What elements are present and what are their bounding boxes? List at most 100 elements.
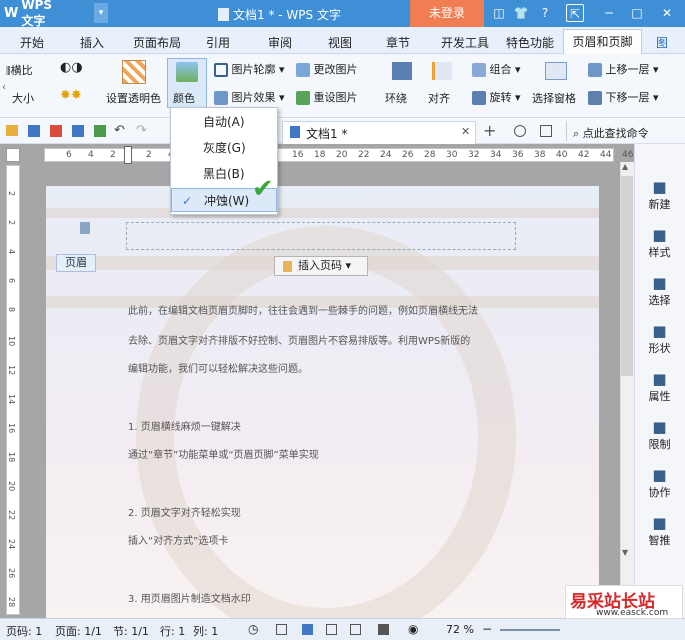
tab-insert[interactable]: 插入 bbox=[80, 34, 104, 51]
doc-icon bbox=[218, 8, 229, 21]
history-icon[interactable]: ◷ bbox=[248, 622, 258, 636]
header-area[interactable] bbox=[126, 222, 516, 250]
close-window-button[interactable]: ✕ bbox=[658, 4, 676, 22]
document-page[interactable]: 页眉 插入页码 ▾ 此前，在编辑文档页眉页脚时，往往会遇到一些棘手的问题，例如页… bbox=[46, 186, 599, 618]
app-dropdown-button[interactable]: ▾ bbox=[94, 3, 108, 23]
tab-view[interactable]: 视图 bbox=[328, 34, 352, 51]
style-label: 样式 bbox=[648, 246, 671, 259]
paragraph[interactable]: 通过“章节”功能菜单或“页眉页脚”菜单实现 bbox=[128, 446, 319, 461]
reset-picture-button[interactable]: 重设图片 bbox=[296, 89, 358, 105]
sidepanel-item-select[interactable]: ■ 选择 bbox=[634, 274, 685, 308]
page-view-icon[interactable] bbox=[302, 624, 313, 635]
scroll-down-icon[interactable]: ▼ bbox=[622, 548, 628, 557]
print-icon[interactable] bbox=[72, 125, 84, 137]
tab-start[interactable]: 开始 bbox=[20, 34, 44, 51]
redo-icon[interactable]: ↷ bbox=[136, 123, 147, 138]
picture-outline-button[interactable]: 图片轮廓 ▾ bbox=[214, 61, 285, 77]
tab-chapter[interactable]: 章节 bbox=[386, 34, 410, 51]
header-label[interactable]: 页眉 bbox=[56, 254, 96, 272]
scroll-up-icon[interactable]: ▲ bbox=[622, 162, 632, 172]
reading-view-icon[interactable] bbox=[378, 624, 389, 635]
status-row[interactable]: 行: 1 bbox=[160, 623, 185, 639]
scroll-thumb[interactable] bbox=[621, 176, 633, 376]
command-search[interactable]: ⌕ 点此查找命令 bbox=[573, 125, 649, 141]
send-backward-button[interactable]: 下移一层 ▾ bbox=[588, 89, 659, 105]
cloud-icon[interactable] bbox=[514, 125, 526, 137]
save-icon[interactable] bbox=[28, 125, 40, 137]
status-section[interactable]: 节: 1/1 bbox=[113, 623, 149, 639]
minimize-button[interactable]: ─ bbox=[600, 4, 618, 22]
tab-developer[interactable]: 开发工具 bbox=[441, 34, 489, 51]
sidepanel-item-new[interactable]: ■ 新建 bbox=[634, 178, 685, 212]
picture-color-icon bbox=[176, 62, 198, 82]
sidepanel-item-style[interactable]: ■ 样式 bbox=[634, 226, 685, 260]
print-preview-icon[interactable] bbox=[94, 125, 106, 137]
change-picture-button[interactable]: 更改图片 bbox=[296, 61, 358, 77]
color-menu-item[interactable]: 自动(A) bbox=[171, 110, 277, 134]
tab-stop-selector[interactable] bbox=[6, 148, 20, 162]
ribbon-scroll-left-icon[interactable]: ‹ bbox=[2, 82, 6, 93]
paragraph[interactable]: 插入“对齐方式”选项卡 bbox=[128, 532, 228, 547]
sidepanel-item-shape[interactable]: ■ 形状 bbox=[634, 322, 685, 356]
set-transparent-button[interactable]: 设置透明色 bbox=[106, 90, 161, 106]
tab-header-footer[interactable]: 页眉和页脚 bbox=[563, 29, 642, 54]
tab-features[interactable]: 特色功能 bbox=[506, 34, 554, 51]
header-options-icon[interactable] bbox=[80, 222, 90, 234]
status-pages[interactable]: 页面: 1/1 bbox=[55, 623, 102, 639]
brightness-icon[interactable]: ✸✸ bbox=[60, 88, 82, 103]
size-button[interactable]: 大小 bbox=[12, 90, 34, 106]
ruler-tick-label: 6 bbox=[66, 150, 72, 160]
undo-icon[interactable]: ↶ bbox=[114, 123, 125, 138]
login-button[interactable]: 未登录 bbox=[410, 0, 484, 27]
zoom-out-button[interactable]: − bbox=[482, 622, 492, 636]
fullscreen-button[interactable]: ⇱ bbox=[566, 4, 584, 22]
contrast-icon[interactable]: ◐◑ bbox=[60, 60, 83, 75]
tab-references[interactable]: 引用 bbox=[206, 34, 230, 51]
paragraph[interactable]: 1. 页眉横线麻烦一键解决 bbox=[128, 418, 241, 433]
ruler-tick-label: 14 bbox=[7, 394, 16, 405]
status-page[interactable]: 页码: 1 bbox=[6, 623, 42, 639]
paragraph[interactable]: 去除、页眉文字对齐排版不好控制、页眉图片不容易排版等。利用WPS新版的 bbox=[128, 332, 470, 347]
sidepanel-item-collab[interactable]: ■ 协作 bbox=[634, 466, 685, 500]
paragraph[interactable]: 此前，在编辑文档页眉页脚时，往往会遇到一些棘手的问题，例如页眉横线无法 bbox=[128, 302, 478, 317]
maximize-button[interactable]: □ bbox=[628, 4, 646, 22]
fit-page-icon[interactable] bbox=[276, 624, 287, 635]
paragraph[interactable]: 3. 用页眉图片制造文档水印 bbox=[128, 590, 251, 605]
open-icon[interactable] bbox=[6, 125, 18, 136]
zoom-slider[interactable] bbox=[500, 629, 560, 631]
full-screen-view-icon[interactable] bbox=[326, 624, 337, 635]
shirt-icon[interactable]: 👕 bbox=[512, 4, 530, 22]
tab-picture[interactable]: 图 bbox=[656, 34, 668, 51]
new-tab-button[interactable]: + bbox=[483, 121, 496, 140]
paragraph[interactable]: 编辑功能，我们可以轻松解决这些问题。 bbox=[128, 360, 308, 375]
sidepanel-item-smart[interactable]: ■ 智推 bbox=[634, 514, 685, 548]
tab-review[interactable]: 审阅 bbox=[268, 34, 292, 51]
bring-forward-button[interactable]: 上移一层 ▾ bbox=[588, 61, 659, 77]
share-icon[interactable] bbox=[540, 125, 552, 137]
selection-pane-button[interactable]: 选择窗格 bbox=[532, 90, 576, 106]
rotate-button[interactable]: 旋转 ▾ bbox=[472, 89, 521, 105]
insert-page-number-button[interactable]: 插入页码 ▾ bbox=[274, 256, 368, 276]
group-button[interactable]: 组合 ▾ bbox=[472, 61, 521, 77]
app-menu-button[interactable]: W WPS 文字 bbox=[4, 0, 68, 28]
vertical-ruler-ticks: 2 2 4 6 8 10 12 14 16 18 20 22 24 26 28 bbox=[6, 165, 20, 615]
protect-eye-icon[interactable]: ◉ bbox=[408, 622, 418, 636]
picture-effect-button[interactable]: 图片效果 ▾ bbox=[214, 89, 285, 105]
paragraph[interactable]: 2. 页眉文字对齐轻松实现 bbox=[128, 504, 241, 519]
flip-horizontal-button[interactable]: ⫼横比 bbox=[6, 62, 33, 78]
status-col[interactable]: 列: 1 bbox=[193, 623, 218, 639]
color-menu-item[interactable]: 灰度(G) bbox=[171, 136, 277, 160]
new-icon: ■ bbox=[652, 178, 667, 196]
tab-page-layout[interactable]: 页面布局 bbox=[133, 34, 181, 51]
indent-marker[interactable] bbox=[124, 146, 132, 164]
doc-tab-close-icon[interactable]: ✕ bbox=[461, 125, 470, 138]
align-button[interactable]: 对齐 bbox=[428, 90, 450, 106]
help-button[interactable]: ? bbox=[536, 4, 554, 22]
export-pdf-icon[interactable] bbox=[50, 125, 62, 137]
zoom-level[interactable]: 72 % bbox=[446, 623, 474, 636]
web-view-icon[interactable] bbox=[350, 624, 361, 635]
sidepanel-item-restrict[interactable]: ■ 限制 bbox=[634, 418, 685, 452]
sidepanel-item-property[interactable]: ■ 属性 bbox=[634, 370, 685, 404]
skin-icon[interactable]: ◫ bbox=[490, 4, 508, 22]
wrap-button[interactable]: 环绕 bbox=[385, 90, 407, 106]
